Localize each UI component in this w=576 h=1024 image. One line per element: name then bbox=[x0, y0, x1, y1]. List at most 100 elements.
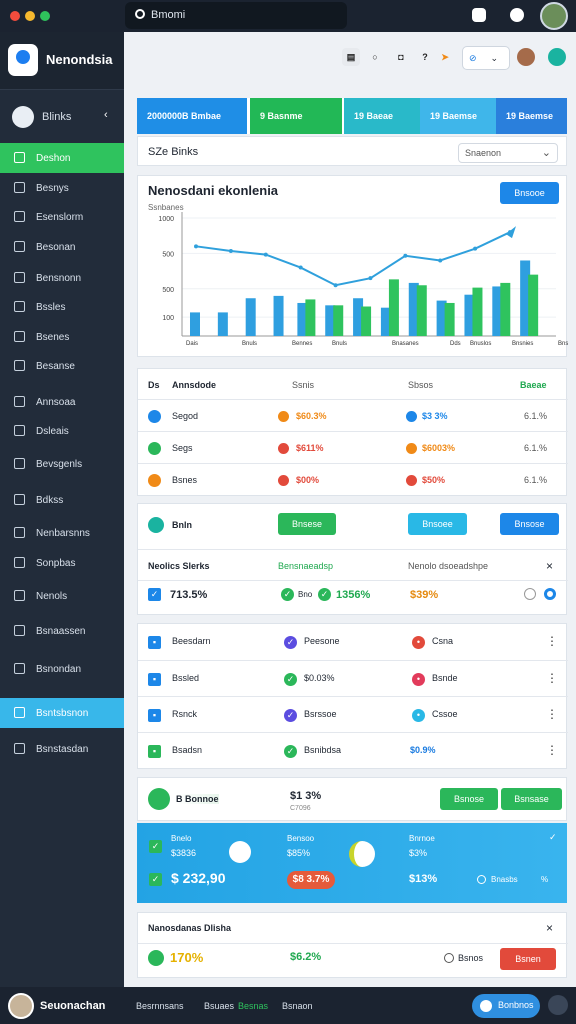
dropdown-pill[interactable]: ⊘ ⌄ bbox=[462, 46, 510, 70]
actions-title: Bnln bbox=[172, 520, 192, 530]
dot-icon[interactable]: ○ bbox=[366, 48, 384, 66]
more-icon[interactable]: ⋮ bbox=[546, 707, 558, 721]
sidebar-item[interactable]: Bsnstasdan bbox=[0, 734, 124, 764]
maximize-window-button[interactable] bbox=[40, 11, 50, 21]
kpi-tile[interactable]: 19 Baeae bbox=[344, 98, 420, 134]
table-row[interactable]: Segs $611% $6003% 6.1.% bbox=[138, 431, 568, 464]
bar-chart: 1000 500 500 100 Dais Bnuls Bennes Bnuls Bnasane… bbox=[158, 212, 568, 347]
promo-button[interactable]: Bsnsase bbox=[501, 788, 562, 810]
table-header-link[interactable]: Baeae bbox=[520, 380, 547, 390]
row-col-a: Beesdarn bbox=[172, 636, 211, 646]
panel-pill[interactable]: $8 3.7% bbox=[287, 871, 335, 889]
row-value: $60.3% bbox=[296, 411, 327, 421]
action-button[interactable]: Bnsose bbox=[500, 513, 559, 535]
minimize-window-button[interactable] bbox=[25, 11, 35, 21]
list-item[interactable]: ▪ Beesdarn ✓ Peesone • Csna ⋮ bbox=[138, 624, 568, 660]
more-icon[interactable]: ⋮ bbox=[546, 634, 558, 648]
actions-card: Bnln Bnsese Bnsoee Bnsose Neolics Slerks… bbox=[137, 503, 568, 615]
panel-close-icon[interactable]: ✓ bbox=[549, 832, 557, 843]
chart-bar bbox=[528, 274, 539, 336]
radio-off[interactable] bbox=[524, 588, 536, 600]
radio-icon[interactable] bbox=[477, 875, 486, 884]
sidebar-item[interactable]: Bsnaassen bbox=[0, 616, 124, 646]
sidebar-item[interactable]: Sonpbas bbox=[0, 548, 124, 578]
sidebar-item[interactable]: Deshon bbox=[0, 143, 124, 173]
settings-icon[interactable] bbox=[510, 8, 524, 22]
sidebar-item[interactable]: Esenslorm bbox=[0, 202, 124, 232]
footer-link[interactable]: Bsnos bbox=[458, 953, 483, 963]
sidebar-item[interactable]: Nenols bbox=[0, 581, 124, 611]
sidebar-item[interactable]: Bsnondan bbox=[0, 654, 124, 684]
lock-icon bbox=[14, 590, 25, 601]
user-link[interactable]: Bsnaon bbox=[282, 1001, 313, 1011]
list-item[interactable]: ▪ Rsnck ✓ Bsrssoe • Cssoe ⋮ bbox=[138, 696, 568, 732]
list-item[interactable]: ▪ Bsadsn ✓ Bsnibdsa $0.9% ⋮ bbox=[138, 732, 568, 768]
radio-on[interactable] bbox=[544, 588, 556, 600]
row-col-c: Bsnde bbox=[432, 673, 458, 683]
search-input[interactable]: Bmomi bbox=[125, 2, 347, 29]
x-tick-label: Bnasanes bbox=[392, 341, 419, 347]
close-icon[interactable]: × bbox=[546, 559, 553, 573]
sidebar-item[interactable]: Besnys bbox=[0, 173, 124, 203]
kpi-tile[interactable]: 19 Baemse bbox=[420, 98, 496, 134]
filter-select[interactable]: Snaenon ⌄ bbox=[458, 143, 558, 163]
user-link[interactable]: Besnas bbox=[238, 1001, 268, 1011]
sidebar-item[interactable]: Besonan bbox=[0, 232, 124, 262]
close-window-button[interactable] bbox=[10, 11, 20, 21]
promo-button-label: Bsnsase bbox=[514, 794, 549, 804]
avatar[interactable] bbox=[540, 2, 568, 30]
radio-icon[interactable] bbox=[444, 953, 454, 963]
sidebar-item[interactable]: Bdkss bbox=[0, 485, 124, 515]
user-link[interactable]: Bsuaes bbox=[204, 1001, 234, 1011]
help-icon[interactable]: ? bbox=[416, 48, 434, 66]
table-row[interactable]: Bsnes $00% $50% 6.1.% bbox=[138, 463, 568, 496]
bell-icon[interactable]: ◘ bbox=[392, 48, 410, 66]
bolt-icon[interactable]: ➤ bbox=[436, 48, 454, 66]
close-icon[interactable]: × bbox=[546, 921, 553, 935]
summary-table: Ds Annsdode Ssnis Sbsos Baeae Segod $60.3… bbox=[137, 368, 568, 496]
sidebar-item[interactable]: Dsleais bbox=[0, 416, 124, 446]
menu-icon[interactable] bbox=[548, 995, 568, 1015]
pill-left: ⊘ bbox=[469, 53, 477, 63]
status-dot bbox=[406, 443, 417, 454]
user-avatar[interactable] bbox=[517, 48, 535, 66]
inbox-icon[interactable]: ▤ bbox=[342, 48, 360, 66]
kpi-tile[interactable]: 2000000B Bmbae bbox=[137, 98, 247, 134]
promo-button[interactable]: Bsnose bbox=[440, 788, 498, 810]
user-avatar[interactable] bbox=[8, 993, 34, 1019]
warning-icon bbox=[14, 527, 25, 538]
more-icon[interactable]: ⋮ bbox=[546, 671, 558, 685]
sidebar-item-label: Bsenes bbox=[36, 332, 70, 343]
brand-name: Nenondsia bbox=[46, 52, 113, 67]
action-button[interactable]: Bnsese bbox=[278, 513, 336, 535]
sidebar-item[interactable]: Annsoaa bbox=[0, 387, 124, 417]
notification-icon[interactable] bbox=[472, 8, 486, 22]
sidebar-item-label: Besonan bbox=[36, 242, 76, 253]
panel-foot: Bnasbs bbox=[491, 875, 518, 884]
user-link[interactable]: Besrnnsans bbox=[136, 1001, 184, 1011]
sidebar-item[interactable]: Besanse bbox=[0, 351, 124, 381]
footer-button[interactable]: Bsnen bbox=[500, 948, 556, 970]
checkbox[interactable]: ✓ bbox=[148, 588, 161, 601]
table-row[interactable]: Segod $60.3% $3 3% 6.1.% bbox=[138, 399, 568, 432]
sidebar-item[interactable]: Bsntsbsnon bbox=[0, 698, 124, 728]
kpi-tile[interactable]: 19 Baemse bbox=[496, 98, 567, 134]
workspace-switcher[interactable]: Blinks ‹ bbox=[0, 102, 124, 132]
action-button-label: Bnsoee bbox=[422, 519, 453, 529]
sidebar-item[interactable]: Bensnonn bbox=[0, 263, 124, 293]
user-action-button[interactable]: Bonbnos bbox=[472, 994, 540, 1018]
row-name: Bsnes bbox=[172, 475, 198, 485]
chart-bar bbox=[500, 282, 511, 336]
list-item[interactable]: ▪ Bssled ✓ $0.03% • Bsnde ⋮ bbox=[138, 660, 568, 696]
promo-sub: C7096 bbox=[290, 805, 311, 812]
sidebar-item[interactable]: Nenbarsnns bbox=[0, 518, 124, 548]
sidebar-item[interactable]: Bssles bbox=[0, 292, 124, 322]
add-icon[interactable] bbox=[548, 48, 566, 66]
sidebar-item-label: Dsleais bbox=[36, 426, 69, 437]
sidebar-item[interactable]: Bevsgenls bbox=[0, 449, 124, 479]
row-icon: ▪ bbox=[148, 673, 161, 686]
more-icon[interactable]: ⋮ bbox=[546, 743, 558, 757]
action-button[interactable]: Bnsoee bbox=[408, 513, 467, 535]
kpi-tile[interactable]: 9 Basnme bbox=[250, 98, 342, 134]
sidebar-item[interactable]: Bsenes bbox=[0, 322, 124, 352]
